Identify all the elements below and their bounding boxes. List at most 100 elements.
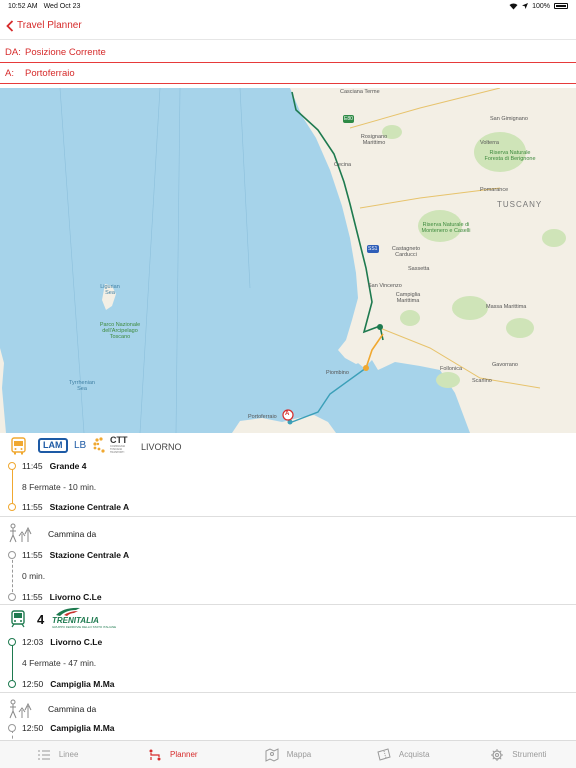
walk-1-arrival-stop: Livorno C.Le: [49, 592, 102, 602]
train-departure-time: 12:03: [22, 637, 44, 647]
planner-route-icon: [149, 749, 161, 760]
bus-departure-stop: Grande 4: [49, 461, 87, 471]
back-button[interactable]: Travel Planner: [6, 19, 82, 32]
map-label-campiglia: Campiglia Marittima: [395, 292, 421, 304]
map-label-volterra: Volterra: [480, 140, 499, 146]
origin-field[interactable]: DA: Posizione Corrente: [0, 42, 576, 63]
bus-departure-time: 11:45: [22, 461, 43, 471]
walk-2-departure-stop: Campiglia M.Ma: [50, 723, 115, 733]
walk-1-departure-stop: Stazione Centrale A: [49, 550, 130, 560]
ctt-logo-subtitle: COMPAGNIA TOSCANA TRASPORTI: [110, 445, 125, 454]
bus-destination-stop: [8, 503, 16, 511]
trenitalia-subtitle: GRUPPO FERROVIE DELLO STATO ITALIANE: [52, 625, 117, 629]
train-stop-marker: [377, 324, 383, 330]
map-label-scarlino: Scarlino: [472, 378, 492, 384]
map-label-san-vincenzo: San Vincenzo: [368, 283, 402, 289]
bus-icon: [11, 437, 26, 455]
bus-rail: [12, 466, 13, 508]
map-label-sassetta: Sassetta: [408, 266, 430, 272]
walk-1-departure-time: 11:55: [22, 550, 43, 560]
tab-linee-label: Linee: [58, 750, 79, 759]
trenitalia-brand: TRENITALIA: [52, 616, 99, 625]
gear-icon: [491, 748, 504, 761]
train-departure: 12:03 Livorno C.Le: [22, 637, 102, 647]
bus-stop-marker: [363, 365, 369, 371]
train-destination-stop: [8, 680, 16, 688]
trenitalia-logo: TRENITALIA GRUPPO FERROVIE DELLO STATO I…: [52, 607, 116, 629]
tab-acquista[interactable]: Acquista: [346, 741, 461, 768]
tab-linee[interactable]: Linee: [0, 741, 115, 768]
map-label-castagneto: Castagneto Carducci: [391, 246, 421, 258]
lam-logo: LAM: [38, 438, 68, 453]
tab-planner[interactable]: Planner: [115, 741, 230, 768]
map-label-rosignano: Rosignano Marittimo: [360, 134, 388, 146]
tab-strumenti[interactable]: Strumenti: [461, 741, 576, 768]
ss1-shield-label: SS1: [368, 246, 378, 252]
battery-icon: [554, 3, 568, 9]
bus-arrival-time: 11:55: [22, 502, 43, 512]
battery-percent: 100%: [532, 2, 550, 10]
bus-arrival-stop: Stazione Centrale A: [49, 502, 130, 512]
route-map[interactable]: Casciana Terme San Gimignano Rosignano M…: [0, 88, 576, 433]
location-arrow-icon: [522, 3, 529, 9]
train-leg[interactable]: 4 TRENITALIA GRUPPO FERROVIE DELLO STATO…: [0, 605, 576, 693]
train-arrival-time: 12:50: [22, 679, 44, 689]
map-pin-icon: [265, 747, 279, 762]
walk-1-departure: 11:55 Stazione Centrale A: [22, 550, 129, 560]
walk-1-destination-stop: [8, 593, 16, 601]
walk-2-departure: 12:50 Campiglia M.Ma: [22, 723, 115, 733]
walk-leg-1[interactable]: Cammina da 11:55 Stazione Centrale A 0 m…: [0, 517, 576, 605]
ticket-icon: [377, 747, 391, 761]
walk-2-departure-time: 12:50: [22, 723, 44, 733]
bus-leg[interactable]: LAM LB CTT COMPAGNIA TOSCANA TRASPORTI L…: [0, 433, 576, 517]
tab-acquista-label: Acquista: [398, 750, 430, 759]
bus-origin-stop: [8, 462, 16, 470]
e80-shield-label: E80: [344, 116, 353, 122]
train-summary: 4 Fermate - 47 min.: [22, 658, 97, 668]
list-icon: [37, 750, 50, 759]
destination-field[interactable]: A: Portoferraio: [0, 63, 576, 84]
map-label-riserva-montenero: Riserva Naturale di Montenero e Caselli: [421, 222, 471, 234]
map-label-tuscany: TUSCANY: [497, 200, 543, 209]
tab-strumenti-label: Strumenti: [512, 750, 547, 759]
walking-icon-2: [9, 699, 32, 719]
walk-leg-2[interactable]: Cammina da 12:50 Campiglia M.Ma: [0, 693, 576, 740]
map-label-pomarance: Pomarance: [480, 187, 509, 193]
itinerary-list[interactable]: LAM LB CTT COMPAGNIA TOSCANA TRASPORTI L…: [0, 433, 576, 740]
walk-1-arrival: 11:55 Livorno C.Le: [22, 592, 102, 602]
tab-mappa-label: Mappa: [286, 750, 312, 759]
map-label-follonica: Follonica: [440, 366, 463, 372]
map-label-portoferraio: Portoferraio: [248, 414, 277, 420]
status-time: 10:52 AM: [8, 2, 38, 10]
ctt-sun-icon: [93, 437, 105, 453]
bus-arrival: 11:55 Stazione Centrale A: [22, 502, 129, 512]
map-label-piombino: Piombino: [326, 370, 349, 376]
map-label-tyrrhenian-sea: Tyrrhenian Sea: [69, 380, 95, 392]
map-label-parco-nazionale: Parco Nazionale dell'Arcipelago Toscano: [99, 322, 141, 340]
back-button-label: Travel Planner: [17, 20, 82, 31]
tab-mappa[interactable]: Mappa: [230, 741, 345, 768]
tab-bar: Linee Planner Mappa Acquista Strumenti: [0, 740, 576, 768]
lam-logo-text: LAM: [43, 440, 63, 450]
map-label-massa-marittima: Massa Marittima: [486, 304, 527, 310]
map-label-gavorrano: Gavorrano: [492, 362, 518, 368]
map-label-ligurian-sea: Ligurian Sea: [100, 284, 120, 296]
origin-label: DA:: [5, 46, 21, 58]
walking-icon: [9, 523, 32, 543]
walk-1-arrival-time: 11:55: [22, 592, 43, 602]
walk-1-summary: 0 min.: [22, 571, 46, 581]
chevron-left-icon: [6, 19, 14, 32]
tab-planner-label: Planner: [170, 750, 198, 759]
status-bar: 10:52 AM Wed Oct 23 100%: [0, 0, 576, 12]
train-arrival: 12:50 Campiglia M.Ma: [22, 679, 115, 689]
bus-operator: LIVORNO: [141, 442, 182, 452]
train-origin-stop: [8, 638, 16, 646]
map-label-cecina: Cecina: [334, 162, 352, 168]
map-label-cascina-terme: Casciana Terme: [340, 89, 380, 95]
ctt-logo-text: CTT: [110, 435, 128, 445]
bus-summary: 8 Fermate - 10 min.: [22, 482, 97, 492]
train-icon: [11, 610, 25, 628]
navigation-bar: Travel Planner: [0, 12, 576, 40]
train-number: 4: [37, 612, 45, 627]
walk-1-label: Cammina da: [48, 529, 97, 539]
